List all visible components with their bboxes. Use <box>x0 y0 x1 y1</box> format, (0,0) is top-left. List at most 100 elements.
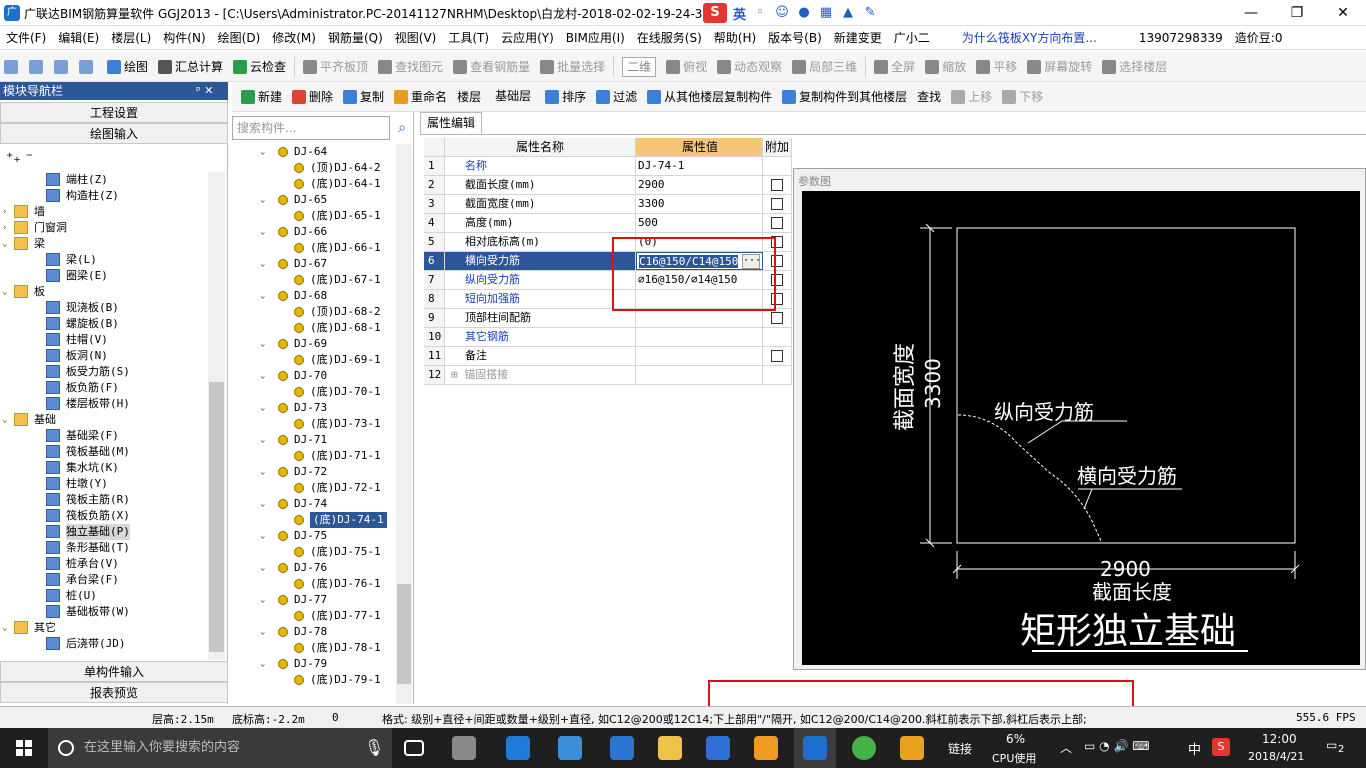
toolbar-btn-15[interactable]: 选择楼层 <box>1097 55 1172 79</box>
nav-item[interactable]: 现浇板(B) <box>0 300 228 316</box>
menu-item-4[interactable]: 绘图(D) <box>212 29 267 46</box>
nav-button-single-component[interactable]: 单构件输入 <box>0 661 228 682</box>
menu-item-12[interactable]: 帮助(H) <box>708 29 762 46</box>
nav-item[interactable]: 板负筋(F) <box>0 380 228 396</box>
property-row[interactable]: 3 截面宽度(mm) 3300 <box>424 195 792 214</box>
expand-toggle-icon[interactable]: › <box>2 220 12 236</box>
expand-toggle-icon[interactable]: ⌄ <box>260 656 265 672</box>
nav-item[interactable]: 筏板主筋(R) <box>0 492 228 508</box>
mic-icon[interactable]: 🎙 <box>364 738 384 757</box>
toolbar-btn-10[interactable]: 局部三维 <box>787 55 862 79</box>
chevron-up-icon[interactable]: ︿ <box>1060 739 1072 756</box>
component-group[interactable]: ⌄ DJ-75 <box>234 528 394 544</box>
component-item[interactable]: (底)DJ-79-1 <box>234 672 394 688</box>
property-value[interactable] <box>636 328 763 346</box>
menu-item-1[interactable]: 编辑(E) <box>52 29 105 46</box>
extra-checkbox[interactable] <box>771 179 783 191</box>
expand-toggle-icon[interactable]: ⌄ <box>260 528 265 544</box>
expand-toggle-icon[interactable]: ⌄ <box>260 432 265 448</box>
component-btn-0[interactable]: 新建 <box>236 85 287 109</box>
component-group[interactable]: ⌄ DJ-69 <box>234 336 394 352</box>
menu-item-14[interactable]: 新建变更 <box>828 29 888 46</box>
nav-item[interactable]: 桩(U) <box>0 588 228 604</box>
expand-collapse-icon[interactable]: ⁺₊ ⁻ <box>6 150 33 166</box>
component-item[interactable]: (底)DJ-65-1 <box>234 208 394 224</box>
nav-folder[interactable]: ⌄ 基础 <box>0 412 228 428</box>
expand-toggle-icon[interactable]: ⌄ <box>260 464 265 480</box>
toolbar-btn-11[interactable]: 全屏 <box>869 55 920 79</box>
nav-item[interactable]: 筏板负筋(X) <box>0 508 228 524</box>
menu-item-11[interactable]: 在线服务(S) <box>631 29 708 46</box>
nav-button-drawing-input[interactable]: 绘图输入 <box>0 123 228 144</box>
component-group[interactable]: ⌄ DJ-72 <box>234 464 394 480</box>
component-btn-12[interactable]: 下移 <box>997 85 1048 109</box>
component-btn-9[interactable]: 复制构件到其他楼层 <box>777 85 912 109</box>
component-item[interactable]: (顶)DJ-68-2 <box>234 304 394 320</box>
component-group[interactable]: ⌄ DJ-66 <box>234 224 394 240</box>
expand-toggle-icon[interactable]: ⌄ <box>260 560 265 576</box>
property-row[interactable]: 2 截面长度(mm) 2900 <box>424 176 792 195</box>
property-row[interactable]: 11 备注 <box>424 347 792 366</box>
browser-icon[interactable] <box>558 736 582 760</box>
ime-lang[interactable]: 英 <box>733 4 746 23</box>
expand-toggle-icon[interactable]: › <box>2 204 12 220</box>
component-btn-5[interactable]: 基础层 <box>486 85 540 109</box>
component-btn-2[interactable]: 复制 <box>338 85 389 109</box>
extra-checkbox[interactable] <box>771 198 783 210</box>
component-btn-7[interactable]: 过滤 <box>591 85 642 109</box>
component-item[interactable]: (底)DJ-67-1 <box>234 272 394 288</box>
component-group[interactable]: ⌄ DJ-68 <box>234 288 394 304</box>
expand-toggle-icon[interactable]: ⌄ <box>260 144 265 160</box>
menu-item-0[interactable]: 文件(F) <box>0 29 52 46</box>
component-group[interactable]: ⌄ DJ-65 <box>234 192 394 208</box>
menu-item-18[interactable]: 造价豆:0 <box>1229 29 1289 46</box>
nav-item[interactable]: 板洞(N) <box>0 348 228 364</box>
nav-folder[interactable]: › 门窗洞 <box>0 220 228 236</box>
nav-item[interactable]: 端柱(Z) <box>0 172 228 188</box>
close-button[interactable]: ✕ <box>1320 0 1366 26</box>
nav-item[interactable]: 独立基础(P) <box>0 524 228 540</box>
menu-item-9[interactable]: 云应用(Y) <box>495 29 560 46</box>
expand-toggle-icon[interactable]: ⌄ <box>2 236 12 252</box>
component-item[interactable]: (底)DJ-66-1 <box>234 240 394 256</box>
ggj-app-icon[interactable] <box>803 736 827 760</box>
component-btn-8[interactable]: 从其他楼层复制构件 <box>642 85 777 109</box>
component-item[interactable]: (底)DJ-78-1 <box>234 640 394 656</box>
nav-item[interactable]: 板受力筋(S) <box>0 364 228 380</box>
component-btn-3[interactable]: 重命名 <box>389 85 452 109</box>
property-value[interactable]: 3300 <box>636 195 763 213</box>
expand-toggle-icon[interactable]: ⌄ <box>260 288 265 304</box>
notification-icon[interactable]: ▭ <box>1326 738 1337 752</box>
menu-item-16[interactable]: 为什么筏板XY方向布置... <box>956 29 1103 46</box>
menu-item-8[interactable]: 工具(T) <box>442 29 495 46</box>
nav-item[interactable]: 柱帽(V) <box>0 332 228 348</box>
menu-item-3[interactable]: 构件(N) <box>157 29 211 46</box>
nav-item[interactable]: 后浇带(JD) <box>0 636 228 652</box>
expand-toggle-icon[interactable]: ⌄ <box>260 624 265 640</box>
nav-folder[interactable]: ⌄ 梁 <box>0 236 228 252</box>
toolbar-btn-5[interactable]: 查看钢筋量 <box>448 55 535 79</box>
list-scrollbar[interactable] <box>396 144 412 704</box>
component-btn-11[interactable]: 上移 <box>946 85 997 109</box>
component-btn-4[interactable]: 楼层 <box>452 85 486 109</box>
component-group[interactable]: ⌄ DJ-77 <box>234 592 394 608</box>
component-item[interactable]: (底)DJ-73-1 <box>234 416 394 432</box>
undo-icon[interactable] <box>79 59 93 74</box>
toolbar-btn-4[interactable]: 查找图元 <box>373 55 448 79</box>
menu-item-7[interactable]: 视图(V) <box>389 29 443 46</box>
property-value[interactable]: 500 <box>636 214 763 232</box>
menu-item-6[interactable]: 钢筋量(Q) <box>322 29 389 46</box>
ie-icon[interactable] <box>610 736 634 760</box>
file-explorer-icon[interactable] <box>658 736 682 760</box>
nav-item[interactable]: 梁(L) <box>0 252 228 268</box>
component-btn-6[interactable]: 排序 <box>540 85 591 109</box>
toolbar-btn-7[interactable]: 二维 <box>617 55 661 79</box>
property-row[interactable]: 4 高度(mm) 500 <box>424 214 792 233</box>
nav-scrollbar[interactable] <box>208 172 225 660</box>
extra-checkbox[interactable] <box>771 350 783 362</box>
nav-item[interactable]: 承台梁(F) <box>0 572 228 588</box>
expand-toggle-icon[interactable]: ⌄ <box>260 256 265 272</box>
mic-icon[interactable]: ● <box>796 5 812 21</box>
component-group[interactable]: ⌄ DJ-78 <box>234 624 394 640</box>
ime-toolbar[interactable]: S 英 ◦ ☺ ● ▦ ▲ ✎ <box>703 3 878 23</box>
